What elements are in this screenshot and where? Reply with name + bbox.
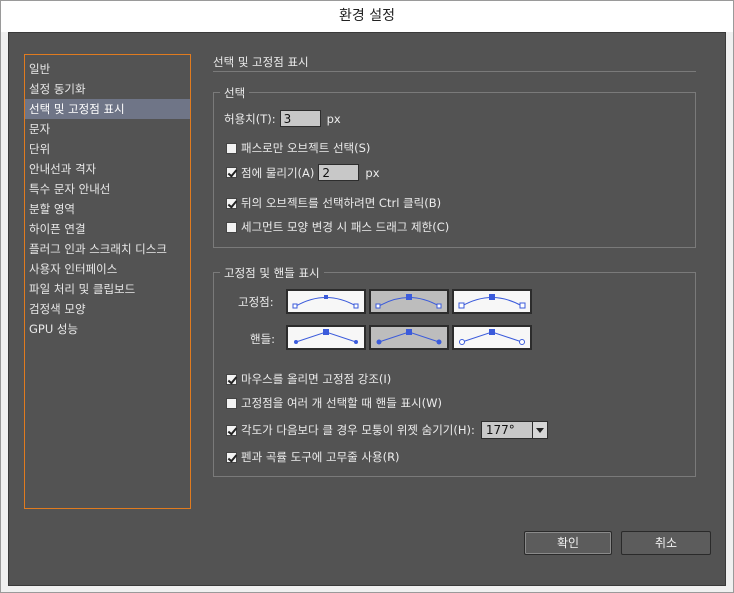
title-divider: [213, 71, 696, 72]
sidebar-item[interactable]: 일반: [25, 59, 190, 79]
ctrl-click-label: 뒤의 오브젝트를 선택하려면 Ctrl 클릭(B): [241, 196, 442, 210]
sidebar-item[interactable]: 문자: [25, 119, 190, 139]
rubber-band-label: 펜과 곡률 도구에 고무줄 사용(R): [241, 450, 400, 464]
tolerance-label: 허용치(T):: [224, 111, 276, 126]
selection-group-legend: 선택: [220, 85, 250, 101]
sidebar-item[interactable]: 특수 문자 안내선: [25, 179, 190, 199]
constrain-drag-row[interactable]: 세그먼트 모양 변경 시 패스 드래그 제한(C): [226, 219, 449, 235]
preferences-window: 환경 설정 일반 설정 동기화 선택 및 고정점 표시 문자 단위 안내선과 격자 특수 문…: [0, 0, 734, 593]
tolerance-unit: px: [326, 111, 341, 126]
sidebar-item[interactable]: 안내선과 격자: [25, 159, 190, 179]
sidebar-item[interactable]: 사용자 인터페이스: [25, 259, 190, 279]
sidebar-item[interactable]: 하이픈 연결: [25, 219, 190, 239]
category-list: 일반 설정 동기화 선택 및 고정점 표시 문자 단위 안내선과 격자 특수 문자 안내선 분…: [24, 54, 191, 509]
angle-select-value[interactable]: 177°: [480, 421, 533, 439]
window-title: 환경 설정: [1, 1, 733, 32]
ctrl-click-row[interactable]: 뒤의 오브젝트를 선택하려면 Ctrl 클릭(B): [226, 195, 441, 211]
snap-label: 점에 물리기(A): [241, 165, 315, 180]
rubber-band-row[interactable]: 펜과 곡률 도구에 고무줄 사용(R): [226, 449, 400, 465]
tolerance-row: 허용치(T): px: [224, 110, 341, 127]
anchor-style-label: 고정점:: [238, 295, 274, 309]
handle-style-options: [286, 325, 535, 350]
sidebar-item[interactable]: 검정색 모양: [25, 299, 190, 319]
sidebar-item[interactable]: 단위: [25, 139, 190, 159]
handle-style-option-3[interactable]: [452, 325, 532, 350]
anchor-style-options: [286, 289, 535, 314]
handle-style-option-2[interactable]: [369, 325, 449, 350]
hide-corner-widget-checkbox[interactable]: [226, 424, 237, 436]
path-only-row[interactable]: 패스로만 오브젝트 선택(S): [226, 140, 370, 156]
handle-style-label: 핸들:: [250, 332, 276, 346]
highlight-anchor-checkbox[interactable]: [226, 373, 237, 385]
rubber-band-checkbox[interactable]: [226, 451, 237, 463]
selection-group: 선택 허용치(T): px 패스로만 오브젝트 선택(S) 점에 물리기(A) …: [213, 85, 696, 248]
anchor-display-group: 고정점 및 핸들 표시 고정점: 핸들: 마우스를 올리면 고정점 강조(I) …: [213, 265, 696, 477]
chevron-down-icon[interactable]: [532, 421, 548, 439]
anchor-style-option-2[interactable]: [369, 289, 449, 314]
sidebar-item[interactable]: GPU 성능: [25, 319, 190, 339]
dialog-client-area: 일반 설정 동기화 선택 및 고정점 표시 문자 단위 안내선과 격자 특수 문자 안내선 분…: [8, 32, 726, 586]
sidebar-item[interactable]: 설정 동기화: [25, 79, 190, 99]
page-title: 선택 및 고정점 표시: [213, 55, 309, 69]
show-handles-row[interactable]: 고정점을 여러 개 선택할 때 핸들 표시(W): [226, 395, 442, 411]
sidebar-item[interactable]: 파일 처리 및 클립보드: [25, 279, 190, 299]
handle-style-option-1[interactable]: [286, 325, 366, 350]
anchor-style-option-3[interactable]: [452, 289, 532, 314]
path-only-checkbox[interactable]: [226, 142, 237, 154]
anchor-display-legend: 고정점 및 핸들 표시: [220, 265, 324, 281]
highlight-anchor-row[interactable]: 마우스를 올리면 고정점 강조(I): [226, 371, 391, 387]
show-handles-checkbox[interactable]: [226, 397, 237, 409]
path-only-label: 패스로만 오브젝트 선택(S): [241, 141, 371, 155]
ctrl-click-checkbox[interactable]: [226, 197, 237, 209]
sidebar-item[interactable]: 분할 영역: [25, 199, 190, 219]
snap-checkbox[interactable]: [226, 167, 237, 178]
hide-corner-widget-label: 각도가 다음보다 클 경우 모퉁이 위젯 숨기기(H):: [241, 423, 475, 437]
tolerance-input[interactable]: [279, 110, 321, 127]
sidebar-item[interactable]: 플러그 인과 스크래치 디스크: [25, 239, 190, 259]
cancel-button[interactable]: 취소: [621, 531, 711, 555]
snap-input[interactable]: [318, 164, 360, 181]
constrain-drag-checkbox[interactable]: [226, 221, 237, 233]
angle-select[interactable]: 177°: [480, 421, 548, 439]
sidebar-item[interactable]: 선택 및 고정점 표시: [25, 99, 190, 119]
snap-unit: px: [365, 165, 380, 180]
hide-corner-widget-row: 각도가 다음보다 클 경우 모퉁이 위젯 숨기기(H): 177°: [226, 421, 548, 439]
highlight-anchor-label: 마우스를 올리면 고정점 강조(I): [241, 372, 392, 386]
show-handles-label: 고정점을 여러 개 선택할 때 핸들 표시(W): [241, 396, 442, 410]
ok-button[interactable]: 확인: [524, 531, 612, 555]
anchor-style-option-1[interactable]: [286, 289, 366, 314]
snap-row: 점에 물리기(A) px: [226, 164, 380, 181]
constrain-drag-label: 세그먼트 모양 변경 시 패스 드래그 제한(C): [241, 220, 450, 234]
